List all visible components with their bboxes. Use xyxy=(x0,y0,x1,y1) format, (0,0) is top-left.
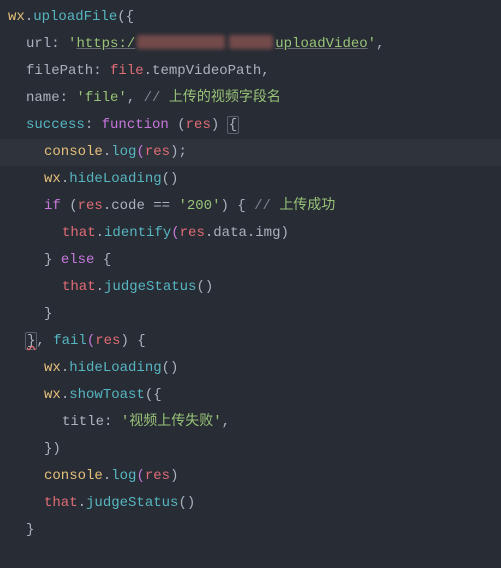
code-line: if (res.code == '200') { // 上传成功 xyxy=(0,193,501,220)
redacted-host-1 xyxy=(137,35,225,49)
code-line: that.judgeStatus() xyxy=(0,490,501,517)
code-line: wx.hideLoading() xyxy=(0,166,501,193)
code-line: name: 'file', // 上传的视频字段名 xyxy=(0,85,501,112)
code-line: } xyxy=(0,517,501,544)
code-line: that.identify(res.data.img) xyxy=(0,220,501,247)
code-line: }) xyxy=(0,436,501,463)
code-line-active: console.log(res); xyxy=(0,139,501,166)
code-line: title: '视频上传失败', xyxy=(0,409,501,436)
code-line: filePath: file.tempVideoPath, xyxy=(0,58,501,85)
code-line: console.log(res) xyxy=(0,463,501,490)
code-line: }, fail(res) { xyxy=(0,328,501,355)
code-line: success: function (res) { xyxy=(0,112,501,139)
redacted-host-2 xyxy=(229,35,273,49)
code-line: that.judgeStatus() xyxy=(0,274,501,301)
code-line: url: 'https:/uploadVideo', xyxy=(0,31,501,58)
code-editor[interactable]: wx.uploadFile({ url: 'https:/uploadVideo… xyxy=(0,0,501,544)
code-line: wx.hideLoading() xyxy=(0,355,501,382)
code-line: wx.uploadFile({ xyxy=(0,4,501,31)
matching-brace: { xyxy=(227,116,239,134)
token-ns: wx xyxy=(8,9,25,25)
code-line: } else { xyxy=(0,247,501,274)
code-line: } xyxy=(0,301,501,328)
code-line: wx.showToast({ xyxy=(0,382,501,409)
